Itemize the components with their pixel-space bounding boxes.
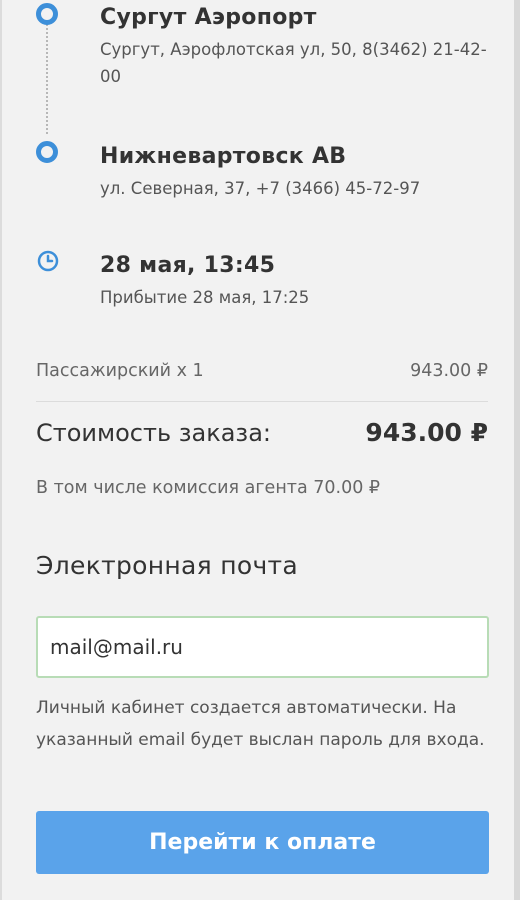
account-hint: Личный кабинет создается автоматически. … [36,698,485,750]
arrival-address: ул. Северная, 37, +7 (3466) 45-72-97 [100,179,421,198]
destination-marker-icon [36,141,58,163]
order-summary-panel: Сургут Аэропорт Сургут, Аэрофлотская ул,… [0,0,520,900]
departure-name: Сургут Аэропорт [100,5,317,30]
agent-commission: В том числе комиссия агента 70.00 ₽ [36,478,381,498]
departure-time: 28 мая, 13:45 [100,253,276,278]
proceed-to-payment-button[interactable]: Перейти к оплате [36,811,489,874]
route-dotted-line [46,24,48,134]
origin-marker-icon [36,3,58,25]
total-label: Стоимость заказа: [36,419,271,447]
passenger-line: Пассажирский x 1 943.00 ₽ [36,361,488,381]
departure-address: Сургут, Аэрофлотская ул, 50, 8(3462) 21-… [100,40,487,86]
order-total: Стоимость заказа: 943.00 ₽ [36,418,488,447]
total-price: 943.00 ₽ [365,418,488,447]
panel-scrollbar[interactable] [514,0,520,900]
trip-time: 28 мая, 13:45 Прибытие 28 мая, 17:25 [100,252,500,311]
email-heading: Электронная почта [36,551,299,580]
clock-icon [37,250,59,272]
passenger-price: 943.00 ₽ [410,361,488,381]
departure-stop: Сургут Аэропорт Сургут, Аэрофлотская ул,… [100,4,500,90]
email-field[interactable] [36,616,489,678]
arrival-stop: Нижневартовск АВ ул. Северная, 37, +7 (3… [100,143,500,202]
divider [36,401,488,402]
arrival-time: Прибытие 28 мая, 17:25 [100,288,310,307]
passenger-label: Пассажирский x 1 [36,361,204,381]
panel-left-border [0,0,2,900]
arrival-name: Нижневартовск АВ [100,144,347,169]
